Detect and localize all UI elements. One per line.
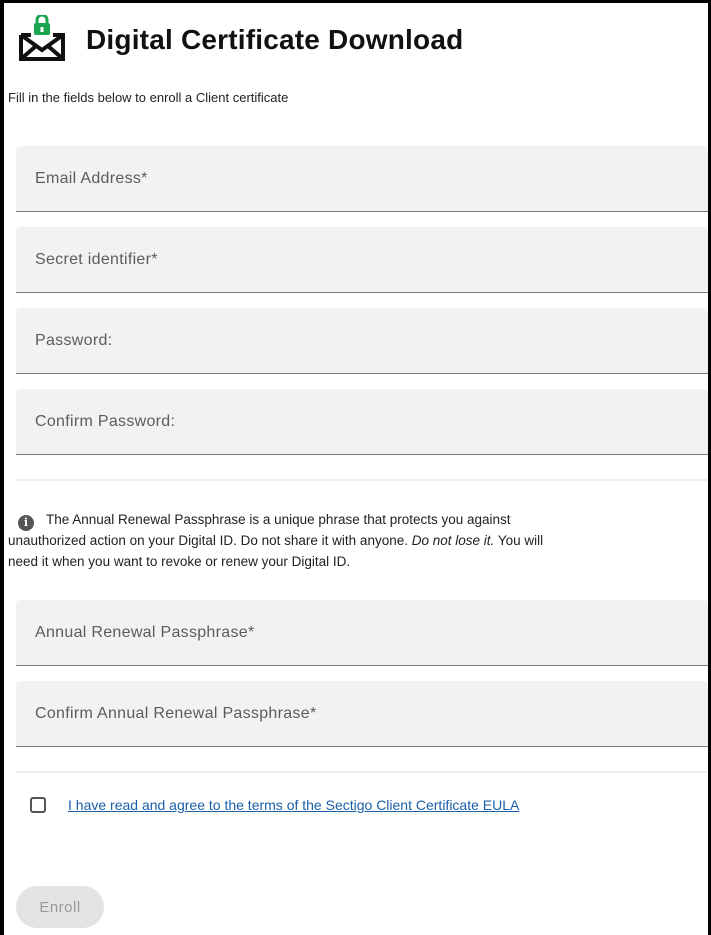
page-subtitle: Fill in the fields below to enroll a Cli…: [8, 90, 289, 105]
passphrase-label: Annual Renewal Passphrase*: [35, 624, 255, 641]
eula-row: I have read and agree to the terms of th…: [30, 797, 519, 813]
info-text-part3: You will: [497, 533, 544, 548]
envelope-lock-icon: [16, 13, 72, 65]
confirm-password-field[interactable]: Confirm Password:: [16, 389, 708, 455]
password-label: Password:: [35, 332, 113, 349]
confirm-passphrase-field[interactable]: Confirm Annual Renewal Passphrase*: [16, 681, 708, 747]
email-field[interactable]: Email Address*: [16, 146, 708, 212]
eula-link[interactable]: I have read and agree to the terms of th…: [68, 797, 519, 813]
secret-identifier-label: Secret identifier*: [35, 251, 158, 268]
page-title: Digital Certificate Download: [86, 24, 464, 55]
secret-identifier-field[interactable]: Secret identifier*: [16, 227, 708, 293]
section-divider: [16, 771, 708, 773]
confirm-passphrase-label: Confirm Annual Renewal Passphrase*: [35, 705, 317, 722]
info-text-line1: The Annual Renewal Passphrase is a uniqu…: [46, 512, 511, 527]
info-icon: i: [18, 515, 34, 531]
eula-checkbox[interactable]: [30, 797, 46, 813]
email-field-label: Email Address*: [35, 170, 148, 187]
info-text-part4: need it when you want to revoke or renew…: [8, 554, 351, 569]
page-header: Digital Certificate Download: [16, 12, 463, 68]
info-text-emphasis: Do not lose it.: [411, 533, 495, 548]
window-frame-top: [0, 0, 711, 3]
info-text-part2: unauthorized action on your Digital ID. …: [8, 533, 408, 548]
enroll-button[interactable]: Enroll: [16, 886, 104, 928]
section-divider: [16, 479, 708, 481]
passphrase-info: i The Annual Renewal Passphrase is a uniq…: [16, 510, 706, 531]
confirm-password-label: Confirm Password:: [35, 413, 176, 430]
window-frame-left: [0, 0, 4, 935]
passphrase-field[interactable]: Annual Renewal Passphrase*: [16, 600, 708, 666]
password-field[interactable]: Password:: [16, 308, 708, 374]
passphrase-info-continued: unauthorized action on your Digital ID. …: [8, 530, 708, 572]
